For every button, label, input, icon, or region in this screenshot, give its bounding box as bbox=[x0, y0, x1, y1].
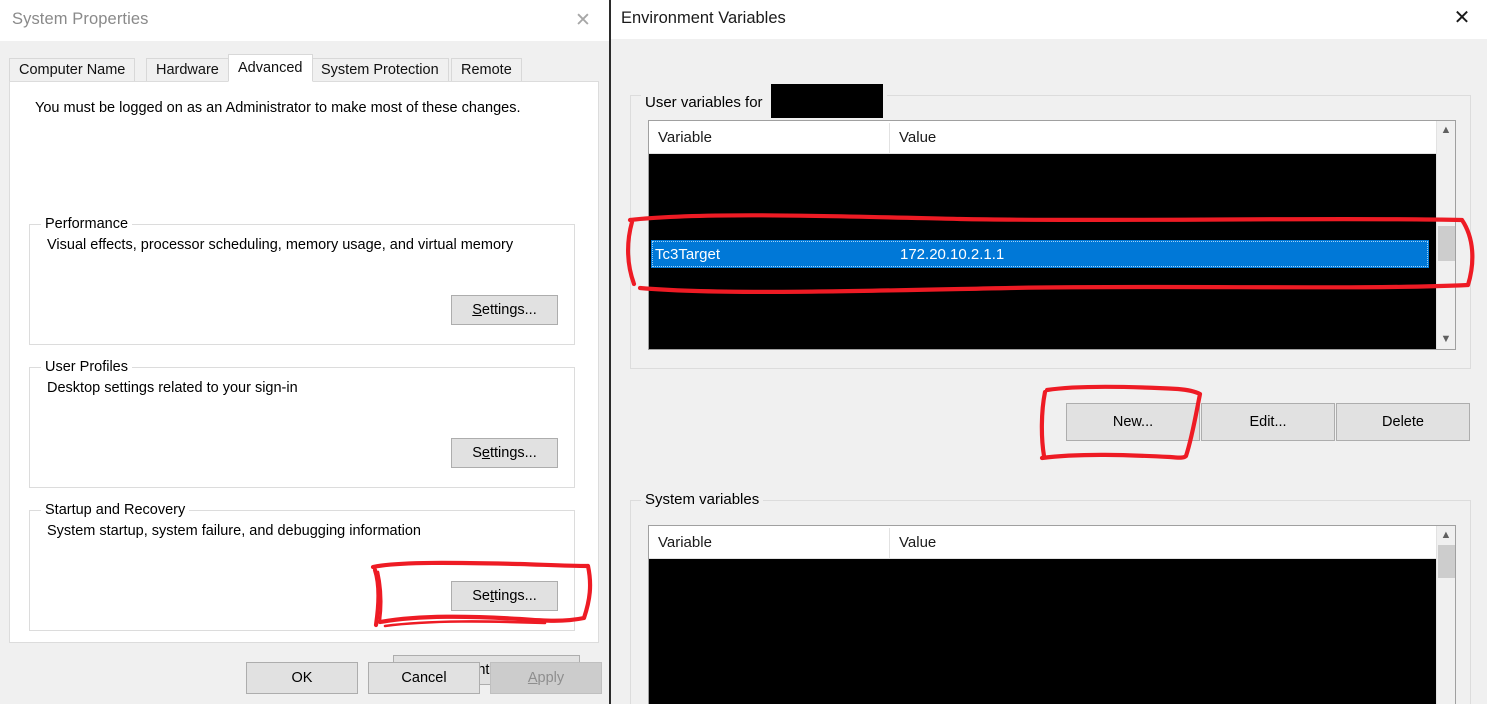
user-profiles-group: User Profiles Desktop settings related t… bbox=[29, 359, 575, 488]
user-profiles-group-label: User Profiles bbox=[41, 359, 132, 375]
system-variables-group-label: System variables bbox=[641, 491, 764, 508]
scrollbar-thumb[interactable] bbox=[1438, 226, 1455, 261]
column-header-variable[interactable]: Variable bbox=[649, 121, 889, 154]
tab-label: Advanced bbox=[238, 60, 303, 76]
tab-computer-name[interactable]: Computer Name bbox=[9, 58, 136, 81]
cancel-button[interactable]: Cancel bbox=[368, 662, 480, 694]
user-profiles-settings-rest: ttings... bbox=[490, 445, 537, 461]
system-properties-title: System Properties bbox=[12, 10, 149, 28]
user-variables-label-text: User variables for bbox=[645, 93, 763, 111]
user-profiles-description: Desktop settings related to your sign-in bbox=[47, 380, 298, 396]
access-key: A bbox=[527, 670, 538, 686]
tab-system-protection[interactable]: System Protection bbox=[311, 58, 449, 81]
system-variables-group: System variables Variable Value ▲ bbox=[630, 491, 1471, 704]
scrollbar-thumb[interactable] bbox=[1438, 545, 1455, 578]
startup-recovery-group: Startup and Recovery System startup, sys… bbox=[29, 502, 575, 631]
ok-button-label: OK bbox=[291, 670, 313, 686]
variable-name-cell: Tc3Target bbox=[655, 245, 721, 263]
user-variables-group: User variables for Variable Value Tc3Tar… bbox=[630, 84, 1471, 369]
access-key: e bbox=[481, 445, 490, 461]
tab-advanced[interactable]: Advanced bbox=[228, 54, 313, 82]
environment-variables-window: Environment Variables ✕ User variables f… bbox=[611, 0, 1487, 704]
system-variables-list-header: Variable Value bbox=[649, 526, 1455, 559]
chevron-up-icon[interactable]: ▲ bbox=[1437, 121, 1455, 140]
startup-settings-rest: tings... bbox=[494, 588, 537, 604]
user-variables-list-header: Variable Value bbox=[649, 121, 1455, 154]
startup-recovery-group-label: Startup and Recovery bbox=[41, 502, 190, 518]
performance-group: Performance Visual effects, processor sc… bbox=[29, 216, 575, 345]
user-variables-group-label: User variables for bbox=[641, 84, 887, 118]
performance-settings-rest: ettings... bbox=[481, 302, 537, 318]
access-key: S bbox=[472, 302, 482, 318]
ok-button[interactable]: OK bbox=[246, 662, 358, 694]
user-profiles-settings-pre: S bbox=[472, 445, 482, 461]
close-icon[interactable]: ✕ bbox=[1445, 5, 1479, 31]
new-variable-button[interactable]: New... bbox=[1066, 403, 1200, 441]
startup-recovery-description: System startup, system failure, and debu… bbox=[47, 523, 421, 539]
system-variables-label-text: System variables bbox=[645, 491, 760, 508]
tab-remote[interactable]: Remote bbox=[451, 58, 522, 81]
username-redaction bbox=[770, 84, 883, 118]
apply-button-rest: pply bbox=[537, 670, 565, 686]
performance-group-label: Performance bbox=[41, 216, 133, 232]
close-icon[interactable]: ✕ bbox=[566, 7, 600, 33]
tab-hardware[interactable]: Hardware bbox=[146, 58, 229, 81]
tab-label: Hardware bbox=[156, 62, 219, 78]
administrator-note: You must be logged on as an Administrato… bbox=[35, 100, 521, 116]
advanced-tab-panel: You must be logged on as an Administrato… bbox=[9, 81, 599, 685]
chevron-up-icon[interactable]: ▲ bbox=[1437, 526, 1455, 545]
table-row[interactable]: Tc3Target 172.20.10.2.1.1 bbox=[651, 240, 1429, 268]
delete-button-label: Delete bbox=[1382, 414, 1424, 430]
startup-recovery-settings-button[interactable]: Se t tings... bbox=[451, 581, 558, 611]
environment-variables-titlebar: Environment Variables ✕ bbox=[611, 0, 1487, 39]
new-button-label: New... bbox=[1112, 414, 1154, 430]
column-header-variable[interactable]: Variable bbox=[649, 526, 889, 559]
system-properties-footer: OK Cancel Apply bbox=[0, 660, 610, 704]
system-variables-scrollbar[interactable]: ▲ bbox=[1436, 526, 1455, 704]
tabstrip: Computer Name Hardware Advanced System P… bbox=[9, 54, 601, 82]
system-properties-titlebar: System Properties ✕ bbox=[0, 0, 610, 41]
system-variables-list[interactable]: Variable Value ▲ bbox=[648, 525, 1456, 704]
column-header-value[interactable]: Value bbox=[890, 121, 1435, 154]
tab-label: Remote bbox=[461, 62, 512, 78]
tab-label: System Protection bbox=[321, 62, 439, 78]
user-variables-list-body[interactable]: Tc3Target 172.20.10.2.1.1 bbox=[649, 154, 1455, 349]
chevron-down-icon[interactable]: ▼ bbox=[1437, 330, 1455, 349]
delete-variable-button[interactable]: Delete bbox=[1336, 403, 1470, 441]
system-properties-window: System Properties ✕ Computer Name Hardwa… bbox=[0, 0, 610, 704]
performance-description: Visual effects, processor scheduling, me… bbox=[47, 237, 514, 253]
edit-variable-button[interactable]: Edit... bbox=[1201, 403, 1335, 441]
performance-settings-button[interactable]: Settings... bbox=[451, 295, 558, 325]
user-variables-scrollbar[interactable]: ▲ ▼ bbox=[1436, 121, 1455, 349]
apply-button: Apply bbox=[490, 662, 602, 694]
startup-settings-pre: Se bbox=[472, 588, 490, 604]
user-variables-list[interactable]: Variable Value Tc3Target 172.20.10.2.1.1… bbox=[648, 120, 1456, 350]
variable-value-cell: 172.20.10.2.1.1 bbox=[900, 245, 1005, 263]
column-header-value[interactable]: Value bbox=[890, 526, 1435, 559]
environment-variables-title: Environment Variables bbox=[621, 9, 786, 27]
tab-label: Computer Name bbox=[19, 62, 126, 78]
user-profiles-settings-button[interactable]: Se ttings... bbox=[451, 438, 558, 468]
cancel-button-label: Cancel bbox=[401, 670, 447, 686]
system-variables-list-body[interactable] bbox=[649, 559, 1455, 704]
edit-button-label: Edit... bbox=[1249, 414, 1287, 430]
